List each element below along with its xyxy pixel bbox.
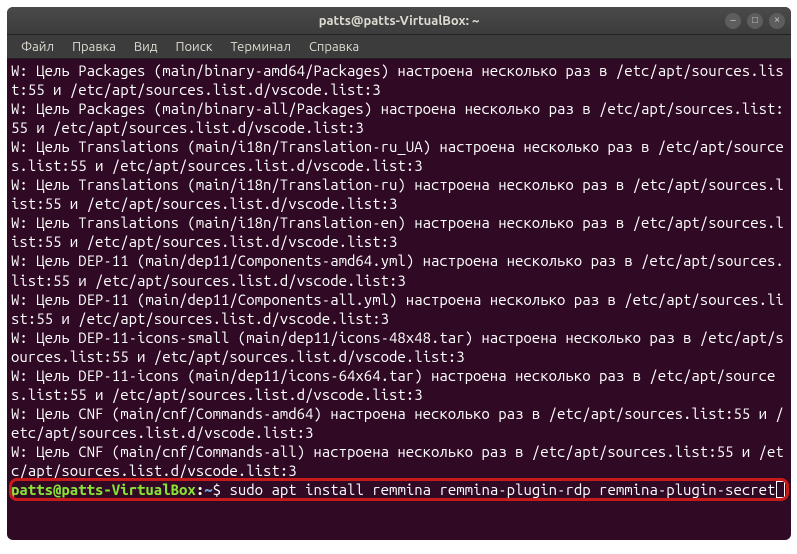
output-line: W: Цель Translations (main/i18n/Translat… <box>11 137 787 175</box>
output-line: W: Цель DEP-11-icons-small (main/dep11/i… <box>11 328 787 366</box>
command-text: sudo apt install remmina remmina-plugin-… <box>229 481 775 498</box>
output-line: W: Цель Translations (main/i18n/Translat… <box>11 175 787 213</box>
prompt-dollar: $ <box>213 481 221 498</box>
menu-search[interactable]: Поиск <box>167 38 220 56</box>
minimize-button[interactable]: – <box>725 13 741 29</box>
minimize-icon: – <box>730 15 736 26</box>
menu-file[interactable]: Файл <box>13 38 62 56</box>
output-line: W: Цель DEP-11-icons (main/dep11/icons-6… <box>11 366 787 404</box>
close-button[interactable]: × <box>769 13 785 29</box>
menu-terminal[interactable]: Терминал <box>222 38 298 56</box>
titlebar: patts@patts-VirtualBox: ~ – □ × <box>7 7 791 35</box>
output-line: W: Цель CNF (main/cnf/Commands-all) наст… <box>11 442 787 480</box>
output-line: W: Цель DEP-11 (main/dep11/Components-al… <box>11 290 787 328</box>
close-icon: × <box>774 15 780 26</box>
cursor <box>776 481 785 498</box>
output-line: W: Цель CNF (main/cnf/Commands-amd64) на… <box>11 404 787 442</box>
prompt-colon: : <box>196 481 204 498</box>
window-controls: – □ × <box>725 13 785 29</box>
maximize-button[interactable]: □ <box>747 13 763 29</box>
terminal-window: patts@patts-VirtualBox: ~ – □ × Файл Пра… <box>7 7 791 540</box>
output-line: W: Цель Translations (main/i18n/Translat… <box>11 213 787 251</box>
prompt-row: patts@patts-VirtualBox:~$ sudo apt insta… <box>11 480 787 499</box>
prompt-path: ~ <box>204 481 212 498</box>
prompt-user-host: patts@patts-VirtualBox <box>11 481 196 498</box>
output-line: W: Цель Packages (main/binary-all/Packag… <box>11 99 787 137</box>
menu-edit[interactable]: Правка <box>64 38 124 56</box>
maximize-icon: □ <box>752 15 758 26</box>
output-line: W: Цель Packages (main/binary-amd64/Pack… <box>11 61 787 99</box>
terminal-body[interactable]: W: Цель Packages (main/binary-amd64/Pack… <box>7 59 791 540</box>
menu-help[interactable]: Справка <box>301 38 367 56</box>
menubar: Файл Правка Вид Поиск Терминал Справка <box>7 35 791 59</box>
window-title: patts@patts-VirtualBox: ~ <box>319 14 480 28</box>
menu-view[interactable]: Вид <box>126 38 166 56</box>
output-line: W: Цель DEP-11 (main/dep11/Components-am… <box>11 251 787 289</box>
